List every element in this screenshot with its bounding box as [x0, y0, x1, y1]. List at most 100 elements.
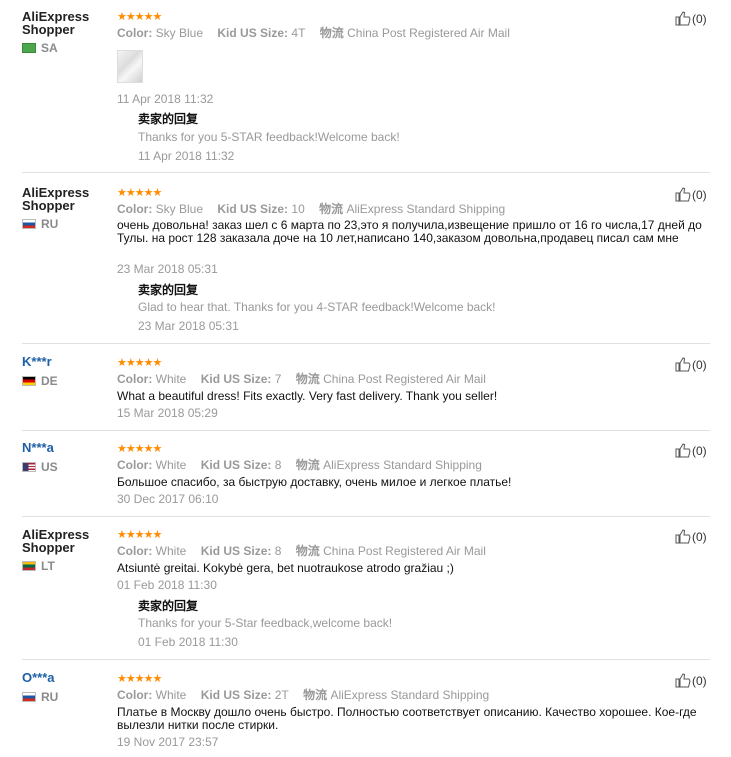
size-value: 2T [274, 688, 289, 702]
rating-stars: ★★★★★ [117, 673, 162, 685]
helpful-button[interactable]: (0) [675, 673, 707, 688]
review-photo-thumbnail[interactable] [117, 50, 143, 83]
reviewer-country: DE [22, 374, 58, 388]
helpful-count: (0) [692, 674, 707, 688]
flag-us-icon [22, 462, 36, 472]
reviewer-country: RU [22, 217, 58, 231]
review-text: очень довольна! заказ шел с 6 марта по 2… [117, 218, 702, 245]
shipping-value: AliExpress Standard Shipping [330, 688, 490, 702]
review-date: 30 Dec 2017 06:10 [117, 492, 219, 506]
review-date: 23 Mar 2018 05:31 [117, 262, 218, 276]
shipping-value: China Post Registered Air Mail [347, 26, 510, 40]
helpful-button[interactable]: (0) [675, 443, 707, 458]
helpful-count: (0) [692, 188, 707, 202]
color-value: White [155, 688, 187, 702]
shipping-label: 物流 [319, 202, 344, 216]
thumbs-up-icon [675, 187, 691, 202]
seller-reply-text: Thanks for you 5-STAR feedback!Welcome b… [138, 130, 400, 144]
reviewer-name: AliExpress Shopper [22, 185, 90, 213]
helpful-button[interactable]: (0) [675, 11, 707, 26]
color-value: Sky Blue [155, 202, 204, 216]
shipping-value: China Post Registered Air Mail [323, 372, 486, 386]
color-label: Color: [117, 688, 153, 702]
seller-reply-title: 卖家的回复 [138, 599, 199, 613]
review-divider [22, 516, 710, 517]
rating-stars: ★★★★★ [117, 357, 162, 369]
seller-reply-date: 01 Feb 2018 11:30 [138, 635, 238, 649]
reviewer-name: O***a [22, 670, 55, 685]
review-date: 15 Mar 2018 05:29 [117, 406, 218, 420]
color-label: Color: [117, 458, 153, 472]
country-code: LT [41, 559, 55, 573]
review-text: Atsiuntė greitai. Kokybė gera, bet nuotr… [117, 561, 454, 575]
size-label: Kid US Size: [200, 458, 272, 472]
review-divider [22, 172, 710, 173]
order-attributes: Color: Sky Blue Kid US Size: 4T 物流 China… [117, 26, 521, 40]
flag-ru-icon [22, 219, 36, 229]
size-label: Kid US Size: [217, 202, 289, 216]
helpful-button[interactable]: (0) [675, 357, 707, 372]
thumbs-up-icon [675, 529, 691, 544]
review-date: 01 Feb 2018 11:30 [117, 578, 217, 592]
country-code: US [41, 460, 58, 474]
color-value: White [155, 458, 187, 472]
rating-stars: ★★★★★ [117, 11, 162, 23]
review-text: Платье в Москву дошло очень быстро. Полн… [117, 705, 697, 732]
color-label: Color: [117, 372, 153, 386]
reviewer-name: AliExpress Shopper [22, 9, 90, 37]
country-code: RU [41, 217, 59, 231]
seller-reply-title: 卖家的回复 [138, 283, 199, 297]
helpful-count: (0) [692, 444, 707, 458]
reviewer-country: LT [22, 559, 55, 573]
reviewer-name: AliExpress Shopper [22, 527, 90, 555]
flag-ru-icon [22, 692, 36, 702]
shipping-label: 物流 [303, 688, 328, 702]
thumbs-up-icon [675, 11, 691, 26]
color-value: White [155, 372, 187, 386]
helpful-count: (0) [692, 12, 707, 26]
seller-reply-title: 卖家的回复 [138, 112, 199, 126]
order-attributes: Color: White Kid US Size: 8 物流 AliExpres… [117, 458, 493, 472]
order-attributes: Color: White Kid US Size: 7 物流 China Pos… [117, 372, 497, 386]
order-attributes: Color: White Kid US Size: 8 物流 China Pos… [117, 544, 497, 558]
seller-reply-text: Glad to hear that. Thanks for you 4-STAR… [138, 300, 496, 314]
shipping-label: 物流 [295, 372, 320, 386]
reviewer-country: SA [22, 41, 58, 55]
order-attributes: Color: White Kid US Size: 2T 物流 AliExpre… [117, 688, 500, 702]
rating-stars: ★★★★★ [117, 187, 162, 199]
shipping-label: 物流 [319, 26, 344, 40]
review-text: What a beautiful dress! Fits exactly. Ve… [117, 389, 498, 403]
reviewer-name: K***r [22, 354, 52, 369]
review-divider [22, 343, 710, 344]
size-value: 4T [291, 26, 306, 40]
reviewer-name: N***a [22, 440, 54, 455]
size-value: 8 [274, 544, 282, 558]
review-divider [22, 659, 710, 660]
review-date: 11 Apr 2018 11:32 [117, 92, 214, 106]
reviewer-country: RU [22, 690, 58, 704]
helpful-count: (0) [692, 358, 707, 372]
color-value: Sky Blue [155, 26, 204, 40]
size-label: Kid US Size: [200, 544, 272, 558]
rating-stars: ★★★★★ [117, 443, 162, 455]
size-value: 7 [274, 372, 282, 386]
country-code: RU [41, 690, 59, 704]
thumbs-up-icon [675, 357, 691, 372]
shipping-label: 物流 [295, 458, 320, 472]
shipping-label: 物流 [295, 544, 320, 558]
seller-reply-date: 11 Apr 2018 11:32 [138, 149, 235, 163]
color-label: Color: [117, 202, 153, 216]
country-code: DE [41, 374, 58, 388]
shipping-value: AliExpress Standard Shipping [346, 202, 506, 216]
reviewer-country: US [22, 460, 58, 474]
size-label: Kid US Size: [200, 688, 272, 702]
helpful-button[interactable]: (0) [675, 187, 707, 202]
size-value: 10 [291, 202, 305, 216]
size-label: Kid US Size: [217, 26, 289, 40]
size-value: 8 [274, 458, 282, 472]
review-date: 19 Nov 2017 23:57 [117, 735, 219, 749]
helpful-count: (0) [692, 530, 707, 544]
review-divider [22, 430, 710, 431]
review-text: Большое спасибо, за быструю доставку, оч… [117, 475, 512, 489]
helpful-button[interactable]: (0) [675, 529, 707, 544]
